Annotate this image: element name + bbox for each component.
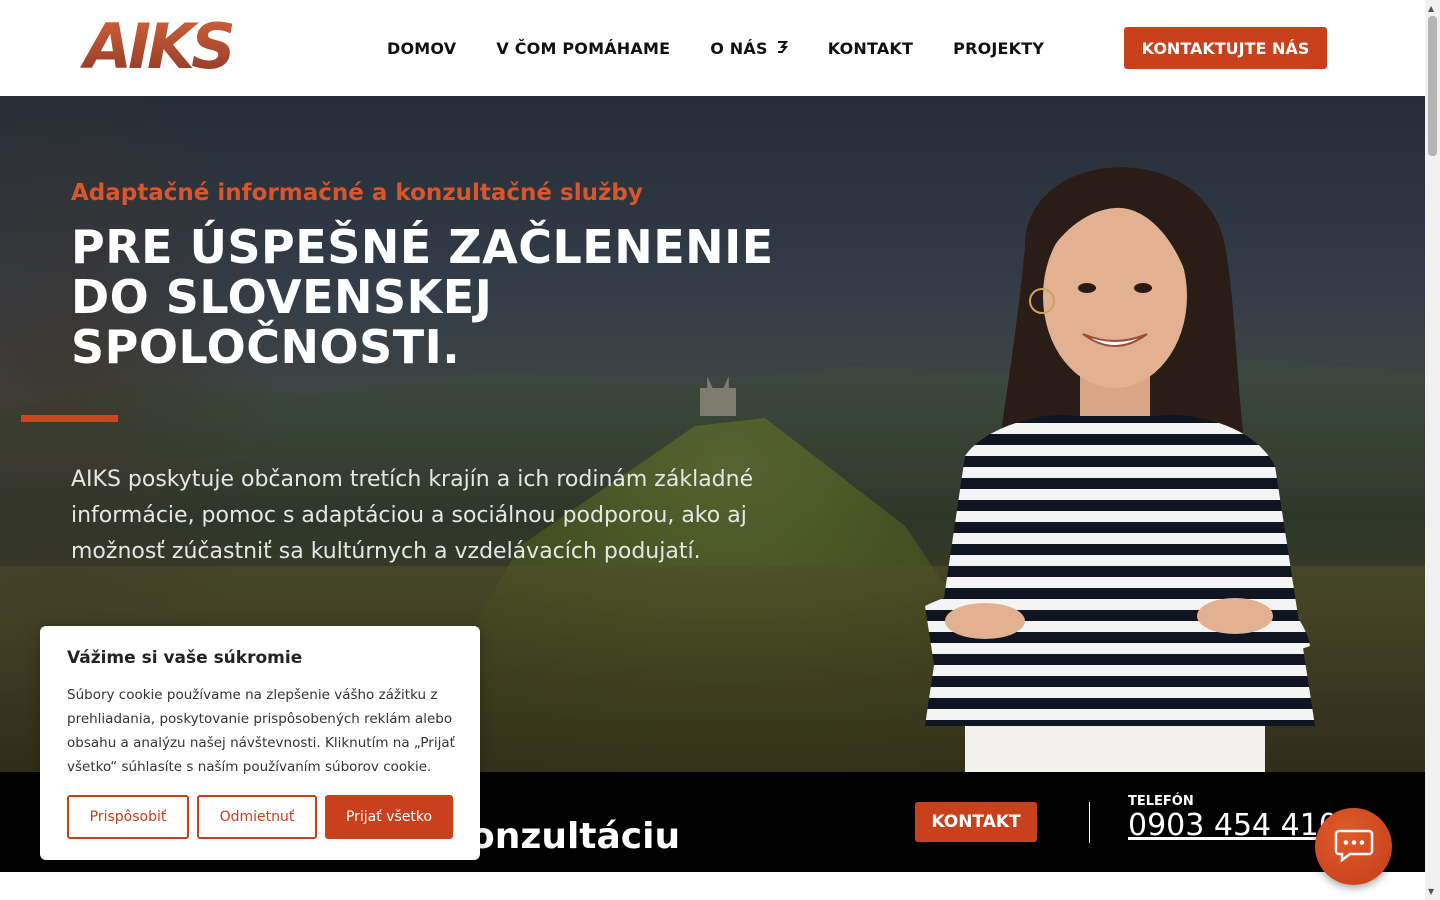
smiling-woman-image [905,126,1325,772]
hero-title: PRE ÚSPEŠNÉ ZAČLENENIE DO SLOVENSKEJ SPO… [71,222,791,372]
scroll-down-arrow-icon[interactable]: ▼ [1428,887,1434,896]
nav-label: DOMOV [387,38,457,58]
customize-button[interactable]: Prispôsobiť [67,795,189,839]
chevron-down-icon [776,39,788,58]
divider [1089,802,1090,843]
hero-title-line: DO SLOVENSKEJ [71,270,493,324]
site-header: AIKS DOMOV V ČOM POMÁHAME O NÁS KONTAKT … [0,0,1425,96]
phone-label: TELEFÓN [1128,794,1194,809]
page-scrollbar[interactable]: ▲ ▼ [1425,0,1440,900]
accept-all-button[interactable]: Prijať všetko [325,795,453,839]
hero-description: AIKS poskytuje občanom tretích krajín a … [71,467,754,564]
scroll-up-arrow-icon[interactable]: ▲ [1428,4,1434,13]
nav-label: O NÁS [710,38,768,58]
scroll-thumb[interactable] [1428,16,1437,156]
reject-button[interactable]: Odmietnuť [197,795,317,839]
nav-label: V ČOM POMÁHAME [496,38,671,58]
hero-title-line: SPOLOČNOSTI. [71,320,461,374]
logo-text: AIKS [72,16,236,78]
contact-us-button[interactable]: KONTAKTUJTE NÁS [1124,27,1327,69]
logo[interactable]: AIKS [72,13,236,81]
cookie-consent-dialog: Vážime si vaše súkromie Súbory cookie po… [40,626,480,860]
hero-title-line: PRE ÚSPEŠNÉ ZAČLENENIE [71,220,774,274]
main-nav: DOMOV V ČOM POMÁHAME O NÁS KONTAKT PROJE… [387,0,1084,96]
kontakt-button[interactable]: KONTAKT [915,802,1037,842]
nav-item-v-com-pomahame[interactable]: V ČOM POMÁHAME [496,39,670,58]
chat-button[interactable] [1315,808,1392,885]
nav-item-projekty[interactable]: PROJEKTY [953,39,1044,58]
nav-label: KONTAKT [827,38,914,58]
nav-item-domov[interactable]: DOMOV [387,39,456,58]
nav-item-o-nas[interactable]: O NÁS [710,38,788,58]
cookie-text: Súbory cookie používame na zlepšenie váš… [67,687,455,775]
consultation-heading: onzultáciu [470,816,681,857]
accent-bar [21,415,118,422]
nav-item-kontakt[interactable]: KONTAKT [828,39,913,58]
cookie-title: Vážime si vaše súkromie [67,648,303,668]
chat-bubble-icon [1334,827,1374,867]
hero-subtitle: Adaptačné informačné a konzultačné služb… [71,180,643,206]
nav-label: PROJEKTY [953,38,1045,58]
